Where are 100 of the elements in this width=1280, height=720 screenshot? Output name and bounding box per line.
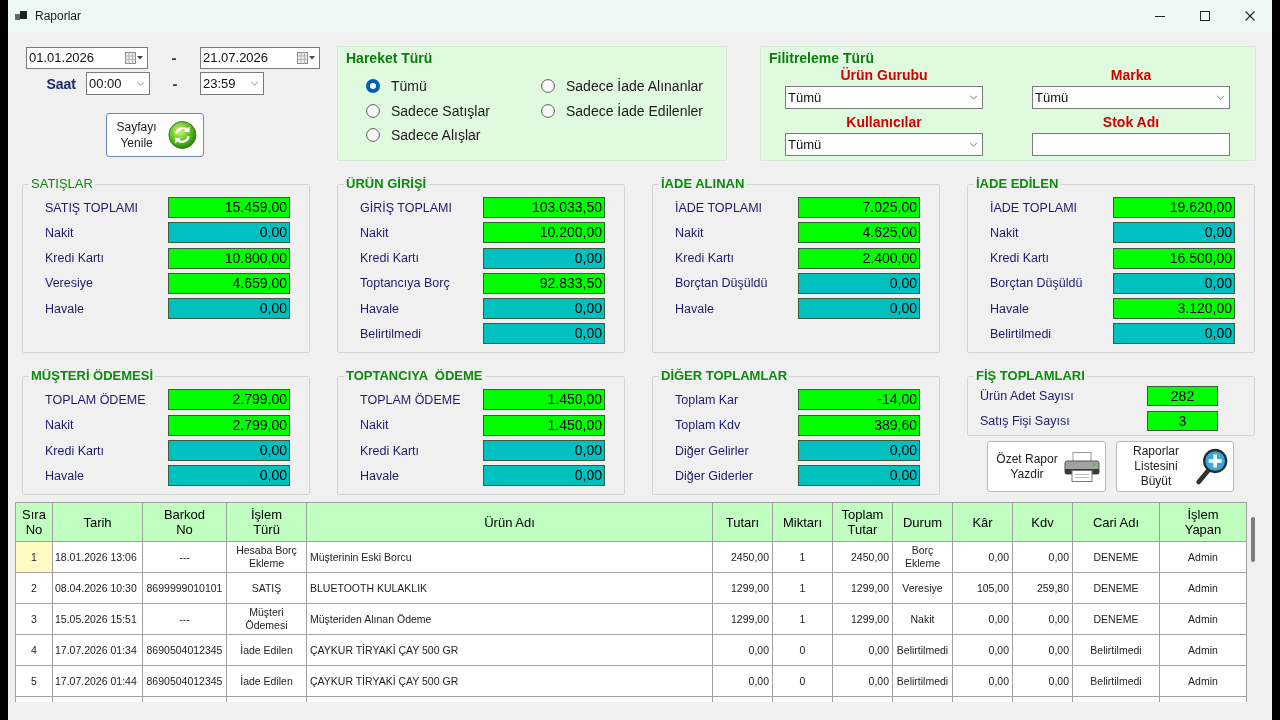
table-cell: Borç Ekleme [893,542,953,574]
date-field[interactable]: 01.01.2026 [26,46,148,69]
print-summary-button[interactable]: Özet Rapor Yazdir [987,441,1106,493]
amount-label: Kredi Kartı [675,251,736,266]
amount-field: 0,00 [483,323,605,345]
time-combo[interactable]: 23:59 [200,72,264,95]
chevron-down-icon [969,95,978,100]
table-cell: --- [143,604,227,636]
panel-heading: İADE EDİLEN [975,176,1060,192]
amount-label: İADE TOPLAMI [990,200,1079,215]
radio-option[interactable]: Sadece Alışlar [366,123,481,148]
table-cell: 0,00 [1013,635,1073,667]
amount-label: Kredi Kartı [45,251,106,266]
amount-field: 0,00 [798,272,920,294]
amount-label: İADE TOPLAMI [675,200,764,215]
refresh-icon [168,119,197,151]
close-icon [1244,11,1255,21]
amount-label: Nakit [990,225,1020,240]
amount-field: 0,00 [483,247,605,269]
amount-field: 16.500,00 [1113,247,1235,269]
amount-label: Toptancıya Borç [360,276,451,291]
table-cell: 1 [773,542,833,574]
amount-field: 2.400,00 [798,247,920,269]
table-cell: 1 [16,542,53,574]
table-cell: 0,00 [953,635,1013,667]
window-title: Raporlar [35,9,82,23]
table-cell: 1 [773,604,833,636]
column-header: Sıra No [16,503,53,543]
combo-box[interactable]: Tümü [785,133,983,156]
table-cell: 17.07.2026 01:44 [53,666,143,698]
column-header: Cari Adı [1073,503,1160,543]
amount-field: 0,00 [168,222,290,244]
amount-field: 1.450,00 [483,414,605,436]
table-cell: Nakit [893,604,953,636]
amount-label: SATIŞ TOPLAMI [45,200,140,215]
amount-field: 4.625,00 [798,222,920,244]
text-field[interactable] [1032,133,1230,156]
chevron-down-icon [969,142,978,147]
radio-option[interactable]: Sadece Satışlar [366,98,490,123]
amount-label: Belirtilmedi [360,327,423,341]
panel-heading: İADE ALINAN [660,176,746,192]
amount-label: Nakit [360,225,390,240]
table-cell: 3 [16,604,53,636]
table-cell: --- [143,542,227,574]
refresh-button[interactable]: Sayfayı Yenile [106,113,204,157]
column-header: Kdv [1013,503,1073,543]
count-field: 3 [1147,411,1218,432]
amount-field: 389,60 [798,414,920,436]
date-field[interactable]: 21.07.2026 [200,46,320,69]
amount-label: Toplam Kdv [675,418,742,433]
time-combo[interactable]: 00:00 [86,72,150,95]
amount-field: 0,00 [168,465,290,487]
chevron-down-icon [250,81,259,86]
amount-label: Diğer Gelirler [675,443,750,458]
table-cell: DENEME [1073,604,1160,636]
amount-label: Nakit [675,225,705,240]
table-cell: ÇAYKUR TİRYAKİ ÇAY 500 GR [307,666,713,698]
calendar-icon [125,51,143,64]
radio-option[interactable]: Sadece İade Edilenler [541,98,703,123]
combo-box[interactable]: Tümü [1032,86,1230,109]
scrollbar-thumb[interactable] [1251,517,1255,563]
table-cell: Müşteri Ödemesi [227,604,307,636]
enlarge-list-button[interactable]: Raporlar Listesini Büyüt [1116,441,1234,493]
filter-label: Ürün Gurubu [840,66,928,84]
table-cell: 8690504012345 [143,666,227,698]
table-cell: 8699999010101 [143,573,227,605]
count-label: Ürün Adet Sayısı [980,389,1075,404]
table-cell: Müşteriden Alınan Ödeme [307,604,713,636]
table-cell: 0,00 [953,604,1013,636]
amount-field: 15.459,00 [168,197,290,218]
panel-heading: MÜŞTERİ ÖDEMESİ [30,368,155,385]
amount-field: 10.800,00 [168,247,290,269]
radio-option[interactable]: Sadece İade Alınanlar [541,74,703,99]
table-cell: 0,00 [1013,666,1073,698]
table-cell: 15.05.2026 15:51 [53,604,143,636]
count-field: 282 [1147,386,1218,407]
filter-label: Kullanıcılar [846,113,922,131]
count-label: Satış Fişi Sayısı [980,414,1071,429]
table-cell: 2450,00 [833,542,893,574]
combo-box[interactable]: Tümü [785,86,983,109]
column-header: İşlem Yapan [1160,503,1247,543]
amount-label: TOPLAM ÖDEME [45,393,147,407]
amount-field: 0,00 [798,465,920,487]
amount-label: Borçtan Düşüldü [675,276,769,291]
amount-label: Belirtilmedi [990,327,1053,341]
amount-label: Nakit [45,225,75,240]
table-cell: 4 [16,635,53,667]
printer-icon [1064,452,1100,482]
table-cell: 0,00 [713,666,773,698]
group-heading: Filitreleme Türü [769,50,875,66]
filter-label: Stok Adı [1102,113,1160,131]
amount-label: Diğer Giderler [675,468,754,483]
calendar-icon [297,51,315,64]
radio-option[interactable]: Tümü [366,74,427,99]
table-cell: 0,00 [953,542,1013,574]
amount-field: 4.659,00 [168,272,290,294]
table-cell: 0,00 [1013,604,1073,636]
chevron-down-icon [1216,95,1225,100]
amount-label: Kredi Kartı [990,251,1051,266]
table-cell: 0,00 [1013,542,1073,574]
